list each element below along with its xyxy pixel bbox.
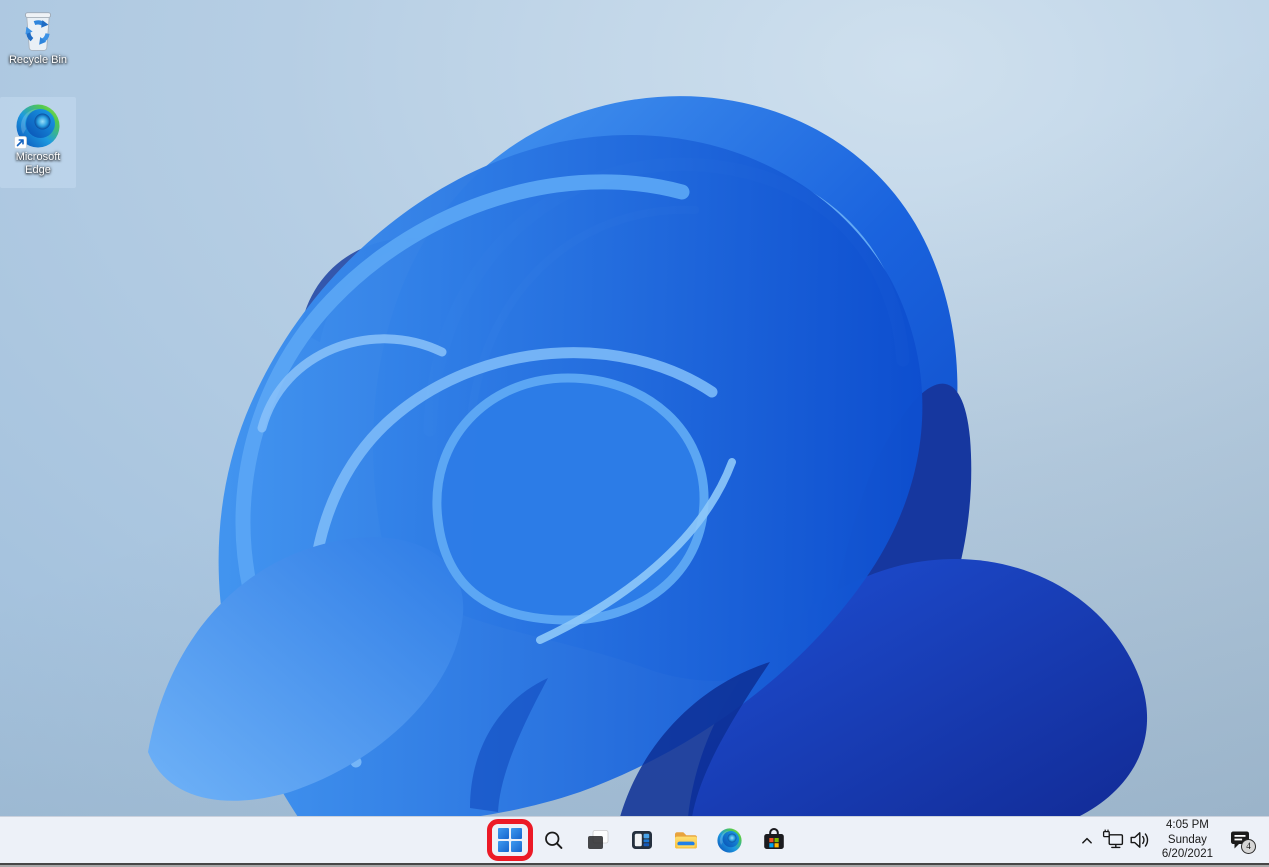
task-view-icon [587, 830, 608, 849]
edge-logo-icon [716, 827, 743, 854]
widgets-icon [631, 831, 652, 849]
notifications-button[interactable]: 4 [1223, 820, 1257, 860]
chevron-up-icon [1082, 837, 1093, 844]
windows-logo-icon [497, 828, 522, 852]
search-button[interactable] [534, 820, 574, 860]
start-button[interactable] [486, 819, 533, 861]
shortcut-arrow-icon [14, 136, 27, 149]
task-view-button[interactable] [578, 820, 618, 860]
volume-button[interactable] [1127, 820, 1152, 860]
recycle-bin-icon [25, 12, 51, 51]
folder-icon [674, 832, 697, 849]
network-button[interactable] [1101, 820, 1126, 860]
desktop-icon-microsoft-edge[interactable]: Microsoft Edge [0, 97, 76, 188]
taskbar-center-buttons [486, 819, 794, 861]
desktop-icon-recycle-bin[interactable]: Recycle Bin [0, 2, 76, 67]
network-ethernet-icon [1103, 829, 1124, 849]
clock-date: 6/20/2021 [1161, 848, 1213, 861]
wallpaper-bloom [0, 0, 1269, 817]
hidden-icons-button[interactable] [1075, 820, 1100, 860]
file-explorer-button[interactable] [666, 820, 706, 860]
windows-11-desktop: Recycle Bin Microsoft Edge 4:05 PM Sunda… [0, 0, 1269, 867]
microsoft-store-button[interactable] [754, 820, 794, 860]
search-icon [545, 831, 563, 849]
desktop-icon-label: Recycle Bin [8, 54, 68, 66]
widgets-button[interactable] [622, 820, 662, 860]
taskbar: 4:05 PM Sunday 6/20/2021 4 [0, 816, 1269, 863]
notification-count-badge: 4 [1241, 839, 1256, 854]
clock[interactable]: 4:05 PM Sunday 6/20/2021 [1162, 818, 1213, 862]
edge-taskbar-button[interactable] [710, 820, 750, 860]
speaker-volume-icon [1130, 832, 1149, 848]
microsoft-store-icon [763, 828, 784, 849]
clock-time: 4:05 PM [1166, 819, 1209, 832]
desktop-icon-label: Microsoft Edge [15, 151, 61, 176]
clock-day: Sunday [1167, 833, 1207, 846]
screenshot-bottom-frame [0, 863, 1269, 867]
system-tray: 4:05 PM Sunday 6/20/2021 4 [1075, 817, 1269, 863]
